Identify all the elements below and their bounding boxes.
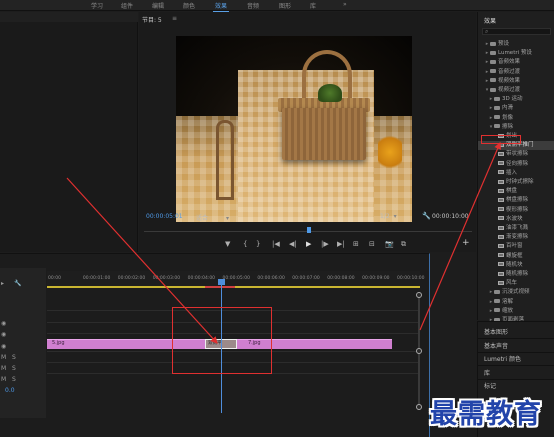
annotation-arrows xyxy=(66,141,501,344)
arrow-to-transition xyxy=(66,177,218,344)
watermark-logo: 最需教育 xyxy=(430,399,542,430)
arrow-to-effect xyxy=(419,141,501,331)
